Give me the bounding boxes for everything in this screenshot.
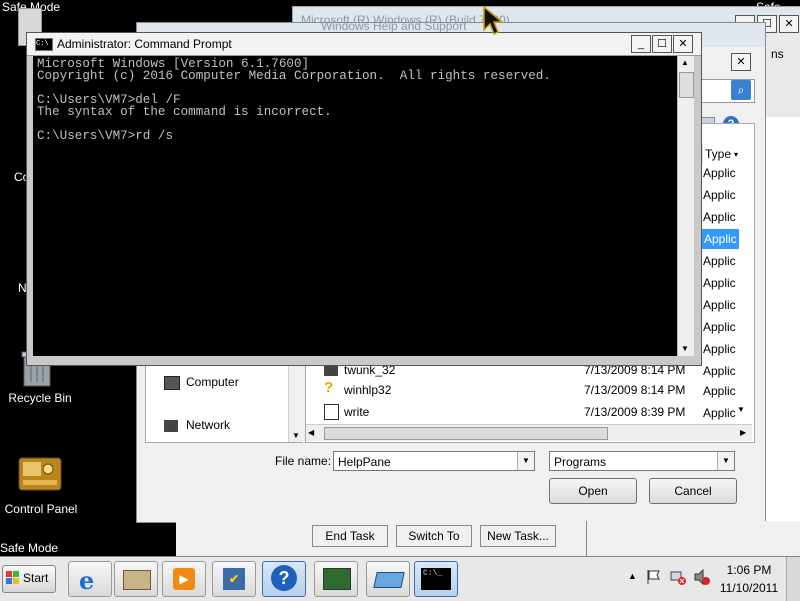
nav-item-computer[interactable]: Computer <box>186 372 239 392</box>
taskbar-ie-button[interactable]: e <box>68 561 112 597</box>
computer-icon <box>164 376 180 390</box>
switch-to-button[interactable]: Switch To <box>396 525 472 547</box>
monitor-icon <box>323 568 351 590</box>
console-line: Copyright (c) 2016 Computer Media Corpor… <box>37 69 551 83</box>
recycle-bin-label: Recycle Bin <box>8 391 72 405</box>
cmd-console-output[interactable]: Microsoft Windows [Version 6.1.7600] Copy… <box>33 56 677 356</box>
file-name[interactable]: winhlp32 <box>344 380 391 400</box>
type-cell: Applic <box>703 188 736 202</box>
clock-time[interactable]: 1:06 PM <box>718 563 780 577</box>
start-button[interactable]: Start <box>2 565 56 593</box>
question-mark-icon: ? <box>324 379 334 396</box>
action-center-flag-icon[interactable] <box>646 569 660 585</box>
vscroll-down-arrow-icon[interactable]: ▼ <box>737 405 745 414</box>
file-name[interactable]: write <box>344 402 369 422</box>
column-chevron-icon: ▾ <box>734 150 739 159</box>
library-icon <box>123 570 151 590</box>
scroll-left-arrow-icon[interactable]: ◀ <box>308 428 314 437</box>
type-cell-selected[interactable]: Applic <box>702 229 739 249</box>
cmd-maximize-button[interactable]: ☐ <box>652 35 672 53</box>
file-type: Applic <box>703 384 736 398</box>
media-player-icon: ▶ <box>173 568 195 590</box>
taskbar-help-button[interactable]: ? <box>262 561 306 597</box>
help-bottom-area <box>586 521 800 556</box>
internet-explorer-icon: e <box>79 566 95 595</box>
file-name-value: HelpPane <box>338 455 391 469</box>
end-task-button[interactable]: End Task <box>312 525 388 547</box>
dialog-close-button[interactable]: ✕ <box>731 53 751 71</box>
console-line: The syntax of the command is incorrect. <box>37 105 332 119</box>
cmd-minimize-button[interactable]: _ <box>631 35 651 53</box>
help-close-button[interactable]: ✕ <box>779 15 799 33</box>
write-document-icon <box>324 404 339 420</box>
scroll-up-arrow-icon[interactable]: ▲ <box>681 58 689 67</box>
cmd-title-bar[interactable]: C:\ Administrator: Command Prompt _ ☐ ✕ <box>27 33 701 56</box>
volume-muted-icon[interactable] <box>694 568 710 586</box>
scroll-right-arrow-icon[interactable]: ▶ <box>740 428 746 437</box>
cmd-close-button[interactable]: ✕ <box>673 35 693 53</box>
file-name-label: File name: <box>275 454 332 468</box>
dialog-title: Windows Help and Support <box>321 19 467 33</box>
control-panel-label: Control Panel <box>4 502 78 516</box>
type-cell: Applic <box>703 210 736 224</box>
hscroll-thumb[interactable] <box>324 427 608 440</box>
taskbar-cmd-button[interactable]: C:\_ <box>414 561 458 597</box>
file-date: 7/13/2009 8:39 PM <box>584 405 686 419</box>
open-button[interactable]: Open <box>549 478 637 504</box>
chevron-down-icon[interactable]: ▼ <box>717 452 734 470</box>
nav-scrollbar[interactable]: ▼ <box>288 364 303 442</box>
command-prompt-window: C:\ Administrator: Command Prompt _ ☐ ✕ … <box>26 32 702 366</box>
nav-item-network[interactable]: Network <box>186 415 230 435</box>
cmd-app-icon: C:\ <box>35 38 53 51</box>
taskbar: Start e ▶ ✔ ? C:\_ ▲ 1:06 PM 11/10/2011 <box>0 556 800 601</box>
network-icon <box>164 420 178 432</box>
taskbar-library-button[interactable] <box>114 561 158 597</box>
safe-mode-label-bottom: Safe Mode <box>0 541 59 555</box>
cmd-vscrollbar[interactable]: ▲ ▼ <box>677 56 694 356</box>
mouse-cursor-icon <box>483 5 505 39</box>
file-type: Applic <box>703 364 736 378</box>
cancel-button[interactable]: Cancel <box>649 478 737 504</box>
start-label: Start <box>23 571 49 585</box>
scroll-down-arrow-icon[interactable]: ▼ <box>681 344 689 353</box>
windows-logo-icon <box>6 571 20 585</box>
taskbar-monitor-button[interactable] <box>314 561 358 597</box>
help-icon: ? <box>271 565 297 591</box>
type-cell: Applic <box>703 320 736 334</box>
show-desktop-button[interactable] <box>786 557 800 601</box>
cmd-title: Administrator: Command Prompt <box>57 37 232 51</box>
type-cell: Applic <box>703 166 736 180</box>
chevron-down-icon[interactable]: ▼ <box>517 452 534 470</box>
chevron-up-icon[interactable]: ▲ <box>628 571 637 581</box>
cmd-scroll-thumb[interactable] <box>679 72 694 98</box>
task-manager-strip: End Task Switch To New Task... <box>176 521 588 556</box>
new-task-button[interactable]: New Task... <box>480 525 556 547</box>
file-type: Applic <box>703 406 736 420</box>
search-icon[interactable]: ⌕ <box>731 80 751 100</box>
taskbar-checklist-button[interactable]: ✔ <box>212 561 256 597</box>
file-type-select[interactable]: Programs ▼ <box>549 451 735 471</box>
help-partial-text: ns <box>771 47 784 61</box>
control-panel-icon[interactable] <box>18 457 62 493</box>
navigation-pane: Computer Network ▼ <box>145 363 303 443</box>
remote-desktop-icon <box>373 572 405 588</box>
cmd-taskbar-icon: C:\_ <box>421 568 451 590</box>
column-header-type[interactable]: Type <box>702 144 755 164</box>
taskbar-media-button[interactable]: ▶ <box>162 561 206 597</box>
type-cell: Applic <box>703 298 736 312</box>
console-line: C:\Users\VM7>rd /s <box>37 129 174 143</box>
type-cell: Applic <box>703 254 736 268</box>
file-date: 7/13/2009 8:14 PM <box>584 383 686 397</box>
file-type-value: Programs <box>554 455 607 469</box>
network-disconnected-icon[interactable] <box>670 569 686 585</box>
checklist-icon: ✔ <box>223 568 245 590</box>
file-name-input[interactable]: HelpPane ▼ <box>333 451 535 471</box>
type-cell: Applic <box>703 342 736 356</box>
file-list-hscrollbar[interactable]: ◀ ▶ <box>306 424 752 441</box>
taskbar-remote-button[interactable] <box>366 561 410 597</box>
clock-date[interactable]: 11/10/2011 <box>718 581 780 595</box>
type-cell: Applic <box>703 276 736 290</box>
